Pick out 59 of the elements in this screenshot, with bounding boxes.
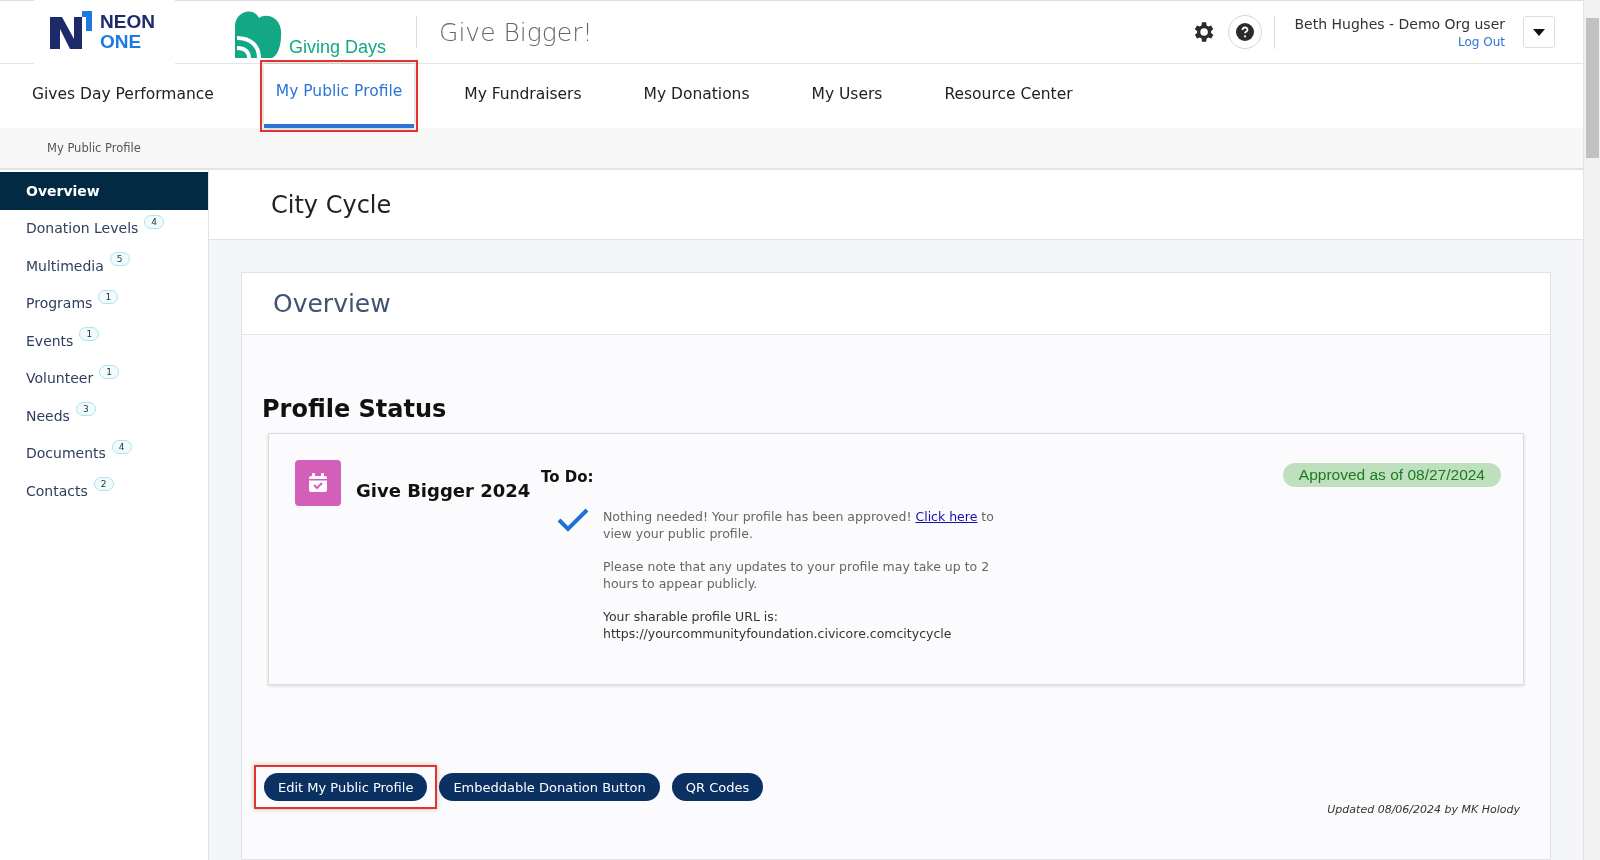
approval-message: Nothing needed! Your profile has been approved! Click here to view your public profile. (603, 508, 995, 542)
sidebar-item[interactable]: Donation Levels 4 (0, 209, 208, 247)
card-title: Overview (273, 289, 391, 318)
sidebar-label: Volunteer (26, 370, 94, 387)
help-icon (1235, 23, 1254, 41)
sidebar-item[interactable]: Contacts 2 (0, 472, 208, 510)
logout-link[interactable]: Log Out (1458, 34, 1505, 49)
user-menu-button[interactable] (1523, 16, 1555, 48)
page-title: City Cycle (271, 190, 392, 219)
product-name: Giving Days (289, 37, 387, 59)
nav-tab[interactable]: Resource Center (932, 64, 1085, 128)
sidebar-label: Overview (26, 182, 100, 199)
click-here-link[interactable]: Click here (915, 509, 978, 524)
nav-tab[interactable]: My Users (799, 64, 895, 128)
sidebar-item[interactable]: Overview (0, 172, 208, 210)
sidebar-item[interactable]: Programs 1 (0, 284, 208, 322)
profile-url: Your sharable profile URL is: https://yourcommunityfoundation.civicore.comcitycycle (603, 608, 953, 642)
user-name: Beth Hughes - Demo Org user (1294, 15, 1505, 32)
checkmark-icon (557, 508, 589, 532)
sidebar-item[interactable]: Multimedia 5 (0, 247, 208, 285)
sidebar-label: Needs (26, 407, 70, 424)
count-badge: 5 (109, 252, 130, 266)
scrollbar[interactable] (1583, 0, 1600, 860)
sidebar-label: Programs (26, 295, 93, 312)
count-badge: 1 (98, 289, 119, 304)
nav-tab[interactable]: My Donations (631, 64, 762, 128)
action-button[interactable]: QR Codes (671, 773, 764, 801)
brand-name: ONE (100, 32, 143, 52)
updated-note: Updated 08/06/2024 by MK Holody (1327, 803, 1520, 816)
count-badge: 2 (93, 477, 114, 491)
site-title: Give Bigger! (439, 17, 593, 47)
count-badge: 4 (111, 439, 132, 454)
count-badge: 4 (144, 214, 165, 229)
brand-name: NEON (100, 12, 155, 32)
sidebar-label: Events (26, 332, 74, 349)
event-name: Give Bigger 2024 (356, 480, 532, 503)
todo-label: To Do: (541, 468, 595, 486)
help-button[interactable] (1227, 15, 1262, 49)
section-title: Profile Status (262, 395, 448, 423)
caret-icon (1533, 28, 1545, 36)
sidebar-label: Multimedia (26, 257, 104, 274)
update-note: Please note that any updates to your profile may take up to 2 hours to appear publicly. (603, 558, 991, 592)
sidebar-label: Documents (26, 445, 106, 462)
calendar-check-icon (295, 460, 341, 506)
sidebar-item[interactable]: Volunteer 1 (0, 359, 208, 397)
sidebar-item[interactable]: Events 1 (0, 322, 208, 360)
nav-tab[interactable]: My Fundraisers (452, 64, 594, 128)
action-button[interactable]: Edit My Public Profile (264, 773, 428, 801)
count-badge: 1 (99, 364, 119, 379)
breadcrumb: My Public Profile (47, 141, 141, 155)
sidebar-label: Donation Levels (26, 220, 139, 237)
action-button[interactable]: Embeddable Donation Button (439, 773, 660, 801)
count-badge: 1 (79, 327, 100, 341)
count-badge: 3 (75, 402, 96, 416)
sidebar-label: Contacts (26, 482, 88, 499)
status-badge: Approved as of 08/27/2024 (1282, 463, 1501, 487)
sidebar-item[interactable]: Needs 3 (0, 397, 208, 435)
nav-tab[interactable]: Gives Day Performance (20, 64, 226, 128)
sidebar-item[interactable]: Documents 4 (0, 434, 208, 472)
